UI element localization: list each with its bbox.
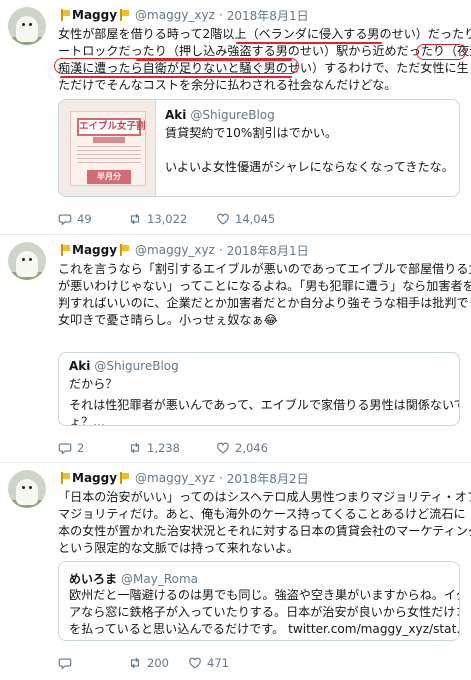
tweet-text-line: 判すればいいのに、企業だとか加害者だとか自分より強そうな相手は批判できず (58, 296, 471, 310)
retweet-icon (130, 213, 140, 225)
reply-icon (58, 214, 72, 226)
reply-button[interactable] (58, 656, 128, 670)
avatar[interactable] (8, 470, 46, 508)
tweet-text-line: が悪いわけじゃない」ってことになるよね。「男も犯罪に遭う」なら加害者を批 (58, 279, 471, 293)
yellow-flag-icon (60, 472, 70, 484)
user-handle[interactable]: @maggy_xyz (135, 243, 215, 257)
reply-count: 49 (77, 212, 92, 226)
quoted-tweet[interactable]: エイブル女子割 半月分 Aki @ShigureBlog 賃貸契約で10%割引はで… (58, 99, 460, 197)
highlight-circle (54, 58, 299, 74)
avatar[interactable] (8, 242, 46, 280)
quoted-text-line: だから？ (69, 377, 118, 391)
quoted-handle: @ShigureBlog (94, 359, 179, 373)
retweet-icon (130, 442, 140, 454)
retweet-count: 200 (147, 656, 169, 670)
quoted-text-line: 欧州だと一階避けるのは男でも同じ。強盗や空き巣がいますからね。イタリ (69, 588, 460, 602)
quoted-text: 欧州だと一階避けるのは男でも同じ。強盗や空き巣がいますからね。イタリ アなら窓に… (69, 587, 460, 638)
quoted-text-line (165, 142, 454, 159)
tweet-text-line: 女性が部屋を借りる時って2階以上（ベランダに侵入する男のせい）だったりオ (58, 27, 471, 41)
tweet[interactable]: Maggy @maggy_xyz · 2018年8月1日 女性が部屋を借りる時っ… (0, 0, 471, 235)
quoted-text: 賃貸契約で10%割引はでかい。 いよいよ女性優遇がシャレにならなくなってきたな。 (165, 125, 454, 176)
retweet-button[interactable]: 13,022 (128, 212, 216, 226)
like-count: 2,046 (235, 441, 268, 455)
heart-icon (217, 442, 229, 454)
quoted-tweet-image[interactable]: エイブル女子割 半月分 (59, 100, 156, 196)
yellow-flag-icon (119, 9, 130, 21)
tweet-text: 「日本の治安がいい」ってのはシスヘテロ成人男性つまりマジョリティ・オブ・ マジョ… (58, 489, 471, 557)
tweet-actions: 49 13,022 14,045 (58, 211, 275, 227)
quoted-header: Aki @ShigureBlog (69, 359, 179, 373)
tweet-actions: 200 471 (58, 655, 229, 671)
quoted-text-line: 賃貸契約で10%割引はでかい。 (165, 126, 338, 140)
reply-icon (58, 443, 72, 455)
tweet-header: Maggy @maggy_xyz · 2018年8月1日 (58, 6, 309, 24)
separator-dot: · (218, 8, 223, 22)
quoted-text-line: ょ？... (69, 415, 105, 426)
tweet-date[interactable]: 2018年8月2日 (227, 470, 309, 487)
highlight-underline (60, 76, 292, 78)
display-name[interactable]: Maggy (72, 243, 117, 257)
reply-button[interactable]: 49 (58, 212, 128, 226)
tweet-text-line: 「日本の治安がいい」ってのはシスヘテロ成人男性つまりマジョリティ・オブ・ (58, 490, 471, 504)
tweet-text-line: という限定的な文脈では持って来れないよ。 (58, 541, 300, 555)
tweet[interactable]: Maggy @maggy_xyz · 2018年8月2日 「日本の治安がいい」っ… (0, 463, 471, 680)
quoted-text-line: それは性犯罪者が悪いんであって、エイブルで家借りる男性は関係ないでしょ (69, 398, 460, 412)
tweet-text: これを言うなら「割引するエイブルが悪いのであってエイブルで部屋借りる女性 が悪い… (58, 261, 471, 329)
tweet-actions: 2 1,238 2,046 (58, 440, 268, 456)
retweet-count: 13,022 (147, 212, 188, 226)
thumb-title: エイブル女子割 (77, 118, 146, 136)
quoted-display-name: Aki (165, 108, 187, 122)
user-handle[interactable]: @maggy_xyz (135, 471, 215, 485)
like-button[interactable]: 471 (188, 656, 229, 670)
yellow-flag-icon (119, 244, 130, 256)
highlight-circle (416, 44, 466, 60)
quoted-text-line: アなら窓に鉄格子が入っていたりする。日本が治安が良いから女性だけコスト (69, 605, 460, 619)
user-handle[interactable]: @maggy_xyz (135, 8, 215, 22)
quoted-tweet[interactable]: めいろま @May_Roma 欧州だと一階避けるのは男でも同じ。強盗や空き巣がいま… (58, 561, 460, 641)
highlight-underline (236, 42, 382, 44)
tweet[interactable]: Maggy @maggy_xyz · 2018年8月1日 これを言うなら「割引す… (0, 235, 471, 463)
heart-icon (217, 213, 229, 225)
quoted-text-line[interactable]: を払っていると思い込んでるだけです。 twitter.com/maggy_xyz… (69, 621, 459, 638)
heart-icon (189, 657, 201, 669)
tweet-date[interactable]: 2018年8月1日 (227, 7, 309, 24)
quoted-text: だから？ それは性犯罪者が悪いんであって、エイブルで家借りる男性は関係ないでしょ… (69, 376, 460, 426)
quoted-tweet[interactable]: Aki @ShigureBlog だから？ それは性犯罪者が悪いんであって、エイブ… (58, 352, 460, 426)
tweet-text-line: これを言うなら「割引するエイブルが悪いのであってエイブルで部屋借りる女性 (58, 262, 471, 276)
yellow-flag-icon (60, 9, 70, 21)
tweet-text-line: 女叩きで憂さ晴らし。小っせぇ奴なぁ😂 (58, 313, 278, 327)
display-name[interactable]: Maggy (72, 8, 117, 22)
separator-dot: · (218, 471, 223, 485)
separator-dot: · (218, 243, 223, 257)
tweet-text-line: 本の女性が置かれた治安状況とそれに対する日本の賃貸会社のマーケティング」 (58, 524, 471, 538)
like-count: 471 (207, 656, 229, 670)
like-button[interactable]: 2,046 (216, 441, 268, 455)
tweet-text-line: ただけでそんなコストを余分に払わされる社会なんだけどな。 (58, 78, 397, 92)
quoted-text-line: いよいよ女性優遇がシャレにならなくなってきたな。 (165, 160, 454, 174)
tweet-header: Maggy @maggy_xyz · 2018年8月2日 (58, 469, 309, 487)
avatar[interactable] (8, 7, 46, 45)
like-button[interactable]: 14,045 (216, 212, 275, 226)
retweet-icon (130, 657, 140, 669)
retweet-button[interactable]: 1,238 (128, 441, 216, 455)
display-name[interactable]: Maggy (72, 471, 117, 485)
quoted-display-name: Aki (69, 359, 91, 373)
reply-button[interactable]: 2 (58, 441, 128, 455)
yellow-flag-icon (119, 472, 130, 484)
reply-count: 2 (77, 441, 85, 455)
reply-icon (58, 658, 72, 670)
tweet-text-line: マジョリティだけ。あと、俺も海外のケース持ってくることあるけど流石に「日 (58, 507, 471, 521)
like-count: 14,045 (235, 212, 276, 226)
retweet-count: 1,238 (147, 441, 180, 455)
quoted-handle: @May_Roma (121, 572, 199, 586)
retweet-button[interactable]: 200 (128, 656, 188, 670)
tweet-date[interactable]: 2018年8月1日 (227, 242, 309, 259)
yellow-flag-icon (60, 244, 70, 256)
quoted-header: めいろま @May_Roma (69, 570, 198, 587)
quoted-display-name: めいろま (69, 572, 118, 586)
quoted-handle: @ShigureBlog (190, 108, 275, 122)
tweet-header: Maggy @maggy_xyz · 2018年8月1日 (58, 241, 309, 259)
quoted-header: Aki @ShigureBlog (165, 108, 275, 122)
thumb-badge: 半月分 (87, 170, 131, 184)
